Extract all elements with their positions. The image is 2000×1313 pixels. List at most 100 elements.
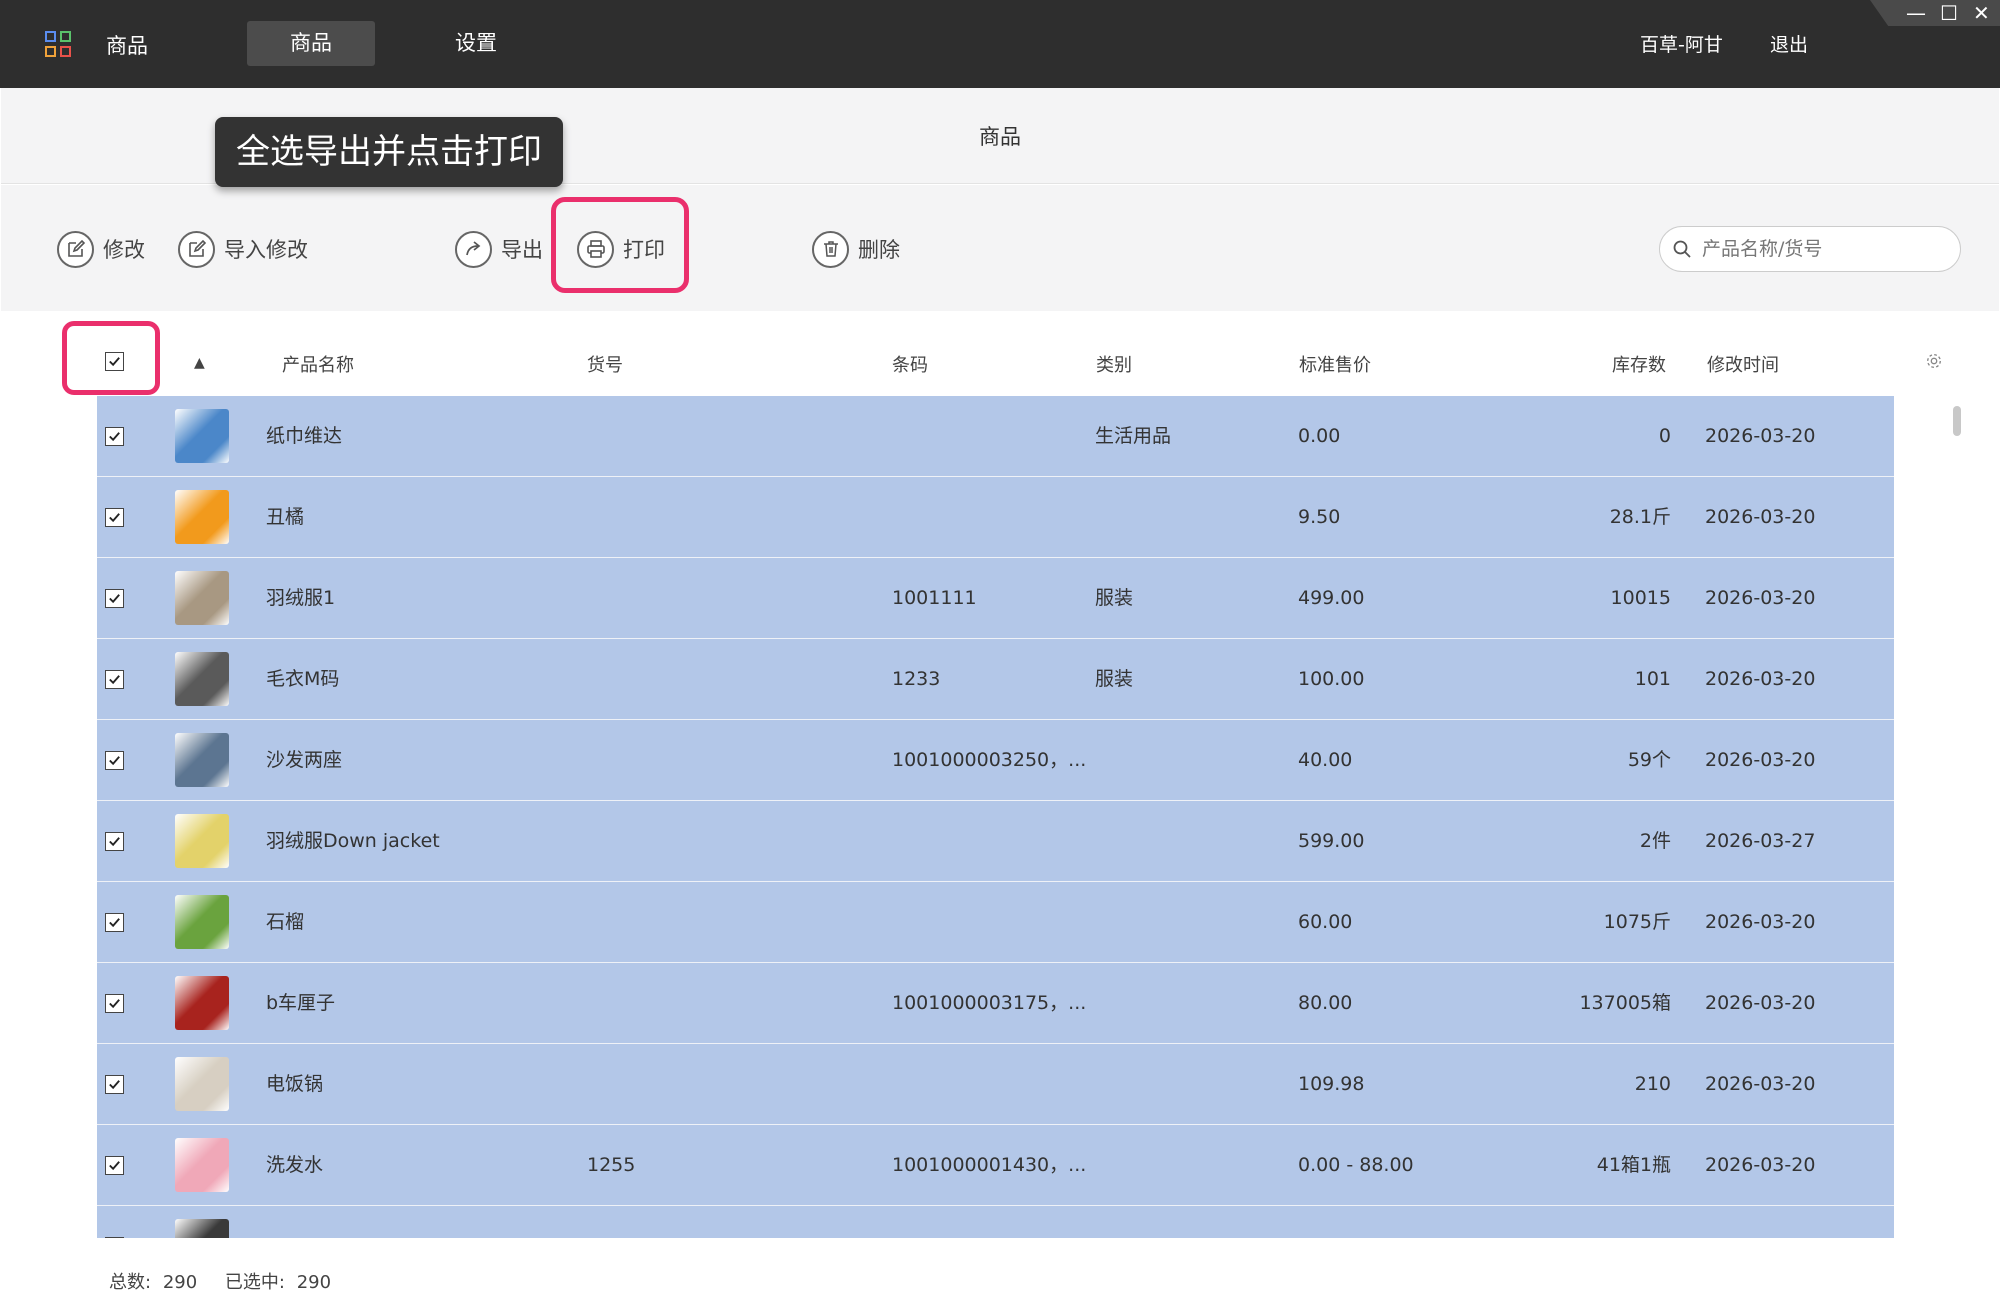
tab-products[interactable]: 商品 xyxy=(247,21,375,66)
sort-ascending-icon[interactable]: ▲ xyxy=(194,355,205,371)
check-icon xyxy=(109,918,120,928)
cell-modified-time xyxy=(1705,1206,1865,1238)
table-row[interactable]: 洗发水 1255 1001000001430，... 0.00 - 88.00 41箱1… xyxy=(97,1125,1894,1206)
row-checkbox[interactable] xyxy=(105,1156,124,1175)
header-category[interactable]: 类别 xyxy=(1096,351,1132,377)
cell-stock: 101 xyxy=(1634,668,1671,690)
tab-settings[interactable]: 设置 xyxy=(412,21,540,66)
delete-button[interactable]: 删除 xyxy=(812,229,900,269)
table-row[interactable]: 丑橘 9.50 28.1斤 2026-03-20 xyxy=(97,477,1894,558)
header-product-name[interactable]: 产品名称 xyxy=(282,351,354,377)
row-checkbox[interactable] xyxy=(105,913,124,932)
cell-price: 109.98 xyxy=(1298,1073,1365,1095)
vertical-scrollbar[interactable] xyxy=(1953,406,1961,436)
cell-product-name: b车厘子 xyxy=(266,992,336,1014)
row-checkbox[interactable] xyxy=(105,589,124,608)
cell-category xyxy=(1095,720,1275,800)
cell-category xyxy=(1095,963,1275,1043)
share-arrow-icon xyxy=(455,230,492,268)
cell-modified-time: 2026-03-20 xyxy=(1705,1154,1816,1176)
export-button[interactable]: 导出 xyxy=(455,229,543,269)
cell-product-name: 石榴 xyxy=(266,911,305,933)
cell-sku xyxy=(587,801,787,881)
header-stock[interactable]: 库存数 xyxy=(1612,351,1666,377)
check-icon xyxy=(109,675,120,685)
selected-value: 290 xyxy=(296,1272,332,1293)
product-table: ▲ 产品名称 货号 条码 类别 标准售价 库存数 修改时间 纸巾维达 生活用品 0.… xyxy=(1,311,1999,1311)
row-checkbox[interactable] xyxy=(105,751,124,770)
action-toolbar: 修改 导入修改 导出 打印 删除 xyxy=(1,185,1999,311)
cell-modified-time: 2026-03-20 xyxy=(1705,668,1816,690)
cell-category xyxy=(1095,1044,1275,1124)
edit-label: 修改 xyxy=(103,238,145,262)
column-settings-icon[interactable] xyxy=(1925,352,1943,375)
cell-modified-time: 2026-03-20 xyxy=(1705,749,1816,771)
cell-product-name: 毛衣M码 xyxy=(266,668,340,690)
cell-product-name: 羽绒服Down jacket xyxy=(266,830,440,852)
table-row[interactable]: 电饭锅 109.98 210 2026-03-20 xyxy=(97,1044,1894,1125)
row-checkbox[interactable] xyxy=(105,832,124,851)
cell-category: 服装 xyxy=(1095,587,1134,609)
close-icon[interactable]: ✕ xyxy=(1973,2,1990,24)
header-barcode[interactable]: 条码 xyxy=(892,351,928,377)
cell-barcode: 1233 xyxy=(892,668,941,690)
search-input[interactable] xyxy=(1702,238,1942,260)
cell-modified-time: 2026-03-20 xyxy=(1705,992,1816,1014)
table-row[interactable]: b车厘子 1001000003175，... 80.00 137005箱 2026-03… xyxy=(97,963,1894,1044)
table-footer: 总数: 290 已选中: 290 xyxy=(109,1268,337,1294)
table-row[interactable]: 沙发两座 1001000003250，... 40.00 59个 2026-03-20 xyxy=(97,720,1894,801)
delete-label: 删除 xyxy=(858,238,900,262)
header-price[interactable]: 标准售价 xyxy=(1299,351,1371,377)
table-row[interactable] xyxy=(97,1206,1894,1238)
top-navigation-bar: 商品 商品 设置 百草-阿甘 退出 — ☐ ✕ xyxy=(0,0,2000,88)
product-thumbnail xyxy=(175,895,229,949)
row-checkbox[interactable] xyxy=(105,508,124,527)
cell-modified-time: 2026-03-20 xyxy=(1705,587,1816,609)
cell-price: 40.00 xyxy=(1298,749,1353,771)
cell-modified-time: 2026-03-20 xyxy=(1705,425,1816,447)
table-row[interactable]: 羽绒服1 1001111 服装 499.00 10015 2026-03-20 xyxy=(97,558,1894,639)
logout-button[interactable]: 退出 xyxy=(1770,30,1808,57)
trash-icon xyxy=(812,230,849,268)
cell-stock xyxy=(1531,1206,1671,1238)
cell-price: 499.00 xyxy=(1298,587,1365,609)
cell-stock: 0 xyxy=(1658,425,1671,447)
cell-price: 9.50 xyxy=(1298,506,1341,528)
minimize-icon[interactable]: — xyxy=(1906,2,1926,24)
cell-category xyxy=(1095,1206,1275,1238)
table-row[interactable]: 毛衣M码 1233 服装 100.00 101 2026-03-20 xyxy=(97,639,1894,720)
cell-sku xyxy=(587,558,787,638)
cell-barcode xyxy=(892,882,1092,962)
product-thumbnail xyxy=(175,976,229,1030)
row-checkbox[interactable] xyxy=(105,1075,124,1094)
table-row[interactable]: 石榴 60.00 1075斤 2026-03-20 xyxy=(97,882,1894,963)
cell-stock: 137005箱 xyxy=(1579,992,1671,1014)
header-sku[interactable]: 货号 xyxy=(587,351,623,377)
total-label: 总数: xyxy=(109,1272,152,1293)
cell-barcode: 1001111 xyxy=(892,587,977,609)
product-thumbnail xyxy=(175,814,229,868)
cell-sku xyxy=(587,477,787,557)
row-checkbox[interactable] xyxy=(105,994,124,1013)
cell-stock: 59个 xyxy=(1627,749,1671,771)
cell-category xyxy=(1095,477,1275,557)
row-checkbox[interactable] xyxy=(105,670,124,689)
product-thumbnail xyxy=(175,1057,229,1111)
maximize-icon[interactable]: ☐ xyxy=(1940,2,1958,24)
check-icon xyxy=(109,1161,120,1171)
header-modified-time[interactable]: 修改时间 xyxy=(1707,351,1779,377)
edit-icon xyxy=(57,230,94,268)
product-thumbnail xyxy=(175,409,229,463)
cell-stock: 41箱1瓶 xyxy=(1596,1154,1671,1176)
cell-category: 服装 xyxy=(1095,668,1134,690)
product-thumbnail xyxy=(175,490,229,544)
search-box xyxy=(1659,226,1961,272)
table-row[interactable]: 纸巾维达 生活用品 0.00 0 2026-03-20 xyxy=(97,396,1894,477)
row-checkbox[interactable] xyxy=(105,427,124,446)
table-row[interactable]: 羽绒服Down jacket 599.00 2件 2026-03-27 xyxy=(97,801,1894,882)
row-checkbox[interactable] xyxy=(105,1237,124,1238)
import-edit-button[interactable]: 导入修改 xyxy=(178,229,308,269)
edit-button[interactable]: 修改 xyxy=(57,229,145,269)
cell-category xyxy=(1095,801,1275,881)
check-icon xyxy=(109,594,120,604)
